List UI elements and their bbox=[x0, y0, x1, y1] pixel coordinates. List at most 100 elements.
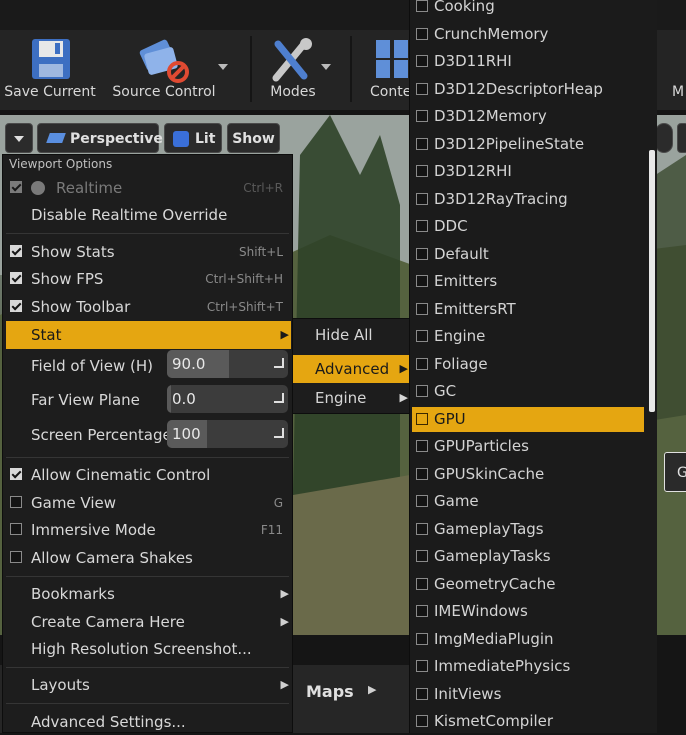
stat-list-item[interactable]: IMEWindows bbox=[412, 599, 644, 624]
stat-checkbox[interactable] bbox=[416, 55, 428, 67]
stat-list-item[interactable]: GPUSkinCache bbox=[412, 462, 644, 487]
stat-list-item[interactable]: D3D12PipelineState bbox=[412, 132, 644, 157]
stat-list-item[interactable]: KismetCompiler bbox=[412, 709, 644, 734]
immersive-checkbox[interactable] bbox=[10, 523, 22, 535]
cinematic-checkbox[interactable] bbox=[10, 468, 22, 480]
show-stats-checkbox[interactable] bbox=[10, 245, 22, 257]
stat-list-item[interactable]: Default bbox=[412, 242, 644, 267]
create-camera-label: Create Camera Here bbox=[31, 613, 185, 631]
show-button[interactable]: Show bbox=[227, 123, 280, 153]
stat-list-item[interactable]: ImgMediaPlugin bbox=[412, 627, 644, 652]
fov-input[interactable]: 90.0 bbox=[167, 350, 288, 378]
game-view-checkbox[interactable] bbox=[10, 496, 22, 508]
source-control-dropdown-icon[interactable] bbox=[218, 64, 228, 70]
show-fps-checkbox[interactable] bbox=[10, 272, 22, 284]
stat-checkbox[interactable] bbox=[416, 412, 428, 425]
view-mode-lit-button[interactable]: Lit bbox=[164, 123, 222, 153]
stat-list-item[interactable]: GeometryCache bbox=[412, 572, 644, 597]
stat-checkbox[interactable] bbox=[416, 110, 428, 122]
stat-checkbox[interactable] bbox=[416, 577, 428, 590]
stat-list-item[interactable]: D3D12RayTracing bbox=[412, 187, 644, 212]
show-toolbar-item[interactable]: Show Toolbar Ctrl+Shift+T bbox=[6, 294, 291, 320]
camera-shakes-checkbox[interactable] bbox=[10, 551, 22, 563]
stat-checkbox[interactable] bbox=[416, 357, 428, 370]
show-toolbar-shortcut: Ctrl+Shift+T bbox=[206, 300, 283, 314]
stat-checkbox[interactable] bbox=[416, 0, 428, 12]
stat-checkbox[interactable] bbox=[416, 550, 428, 562]
stat-list-item[interactable]: EmittersRT bbox=[412, 297, 644, 322]
stat-checkbox[interactable] bbox=[416, 605, 428, 617]
stat-checkbox[interactable] bbox=[416, 165, 428, 177]
far-view-plane-input[interactable]: 0.0 bbox=[167, 385, 288, 413]
maps-tab[interactable]: Maps bbox=[306, 682, 354, 701]
stat-menu-item[interactable]: Stat ▶ bbox=[6, 321, 291, 349]
stat-list-item[interactable]: GameplayTags bbox=[412, 517, 644, 542]
stat-checkbox[interactable] bbox=[416, 660, 428, 672]
stat-checkbox[interactable] bbox=[416, 302, 428, 315]
screen-percentage-input[interactable]: 100 bbox=[167, 420, 288, 448]
stat-list-item[interactable]: GPUParticles bbox=[412, 434, 644, 459]
advanced-submenu-item[interactable]: Advanced ▶ bbox=[293, 355, 410, 383]
immersive-mode-item[interactable]: Immersive Mode F11 bbox=[6, 517, 291, 543]
stat-checkbox[interactable] bbox=[416, 467, 428, 480]
viewport-partial-button[interactable] bbox=[655, 123, 673, 153]
stat-checkbox[interactable] bbox=[416, 192, 428, 205]
stat-list-item[interactable]: GPU bbox=[412, 406, 644, 432]
stat-list-item[interactable]: GameplayTasks bbox=[412, 544, 644, 569]
stat-list-item[interactable]: DDC bbox=[412, 214, 644, 239]
stat-list-item[interactable]: Emitters bbox=[412, 269, 644, 294]
engine-submenu-item[interactable]: Engine ▶ bbox=[293, 385, 410, 411]
show-toolbar-checkbox[interactable] bbox=[10, 300, 22, 312]
modes-button[interactable]: Modes bbox=[258, 30, 328, 106]
allow-camera-shakes-item[interactable]: Allow Camera Shakes bbox=[6, 545, 291, 571]
allow-cinematic-control-item[interactable]: Allow Cinematic Control bbox=[6, 462, 291, 488]
stat-checkbox[interactable] bbox=[416, 715, 428, 727]
viewport-partial-widget[interactable]: G bbox=[664, 452, 686, 492]
stat-list-item[interactable]: D3D12RHI bbox=[412, 159, 644, 184]
stat-checkbox[interactable] bbox=[416, 220, 428, 232]
stat-checkbox[interactable] bbox=[416, 440, 428, 452]
content-button[interactable]: Conte bbox=[360, 30, 410, 106]
advanced-settings-item[interactable]: Advanced Settings... bbox=[6, 709, 291, 735]
stat-checkbox[interactable] bbox=[416, 330, 428, 342]
viewport-options-button[interactable] bbox=[5, 123, 33, 153]
stat-checkbox[interactable] bbox=[416, 247, 428, 260]
stat-checkbox[interactable] bbox=[416, 27, 428, 40]
stat-list-item[interactable]: Engine bbox=[412, 324, 644, 349]
stat-checkbox[interactable] bbox=[416, 275, 428, 287]
stat-list-item[interactable]: Cooking bbox=[412, 0, 644, 19]
stat-list-label: InitViews bbox=[434, 684, 502, 703]
stat-checkbox[interactable] bbox=[416, 632, 428, 645]
show-fps-item[interactable]: Show FPS Ctrl+Shift+H bbox=[6, 266, 291, 292]
save-current-button[interactable]: Save Current bbox=[0, 30, 100, 106]
realtime-shortcut: Ctrl+R bbox=[243, 181, 283, 195]
high-resolution-screenshot-item[interactable]: High Resolution Screenshot... bbox=[6, 636, 291, 662]
stat-checkbox[interactable] bbox=[416, 522, 428, 535]
stat-list-item[interactable]: CrunchMemory bbox=[412, 22, 644, 47]
bookmarks-item[interactable]: Bookmarks ▶ bbox=[6, 581, 291, 607]
game-view-item[interactable]: Game View G bbox=[6, 490, 291, 516]
stat-checkbox[interactable] bbox=[416, 687, 428, 700]
disable-realtime-override-item[interactable]: Disable Realtime Override bbox=[6, 202, 291, 228]
scrollbar-thumb[interactable] bbox=[649, 150, 655, 412]
stat-checkbox[interactable] bbox=[416, 495, 428, 507]
viewport-partial-button[interactable] bbox=[677, 123, 686, 153]
stat-checkbox[interactable] bbox=[416, 82, 428, 95]
modes-dropdown-icon[interactable] bbox=[321, 64, 331, 70]
stat-checkbox[interactable] bbox=[416, 137, 428, 150]
stat-checkbox[interactable] bbox=[416, 385, 428, 397]
perspective-button[interactable]: Perspective bbox=[37, 123, 163, 153]
stat-list-item[interactable]: ImmediatePhysics bbox=[412, 654, 644, 679]
hide-all-item[interactable]: Hide All bbox=[293, 321, 410, 349]
stat-list-item[interactable]: Game bbox=[412, 489, 644, 514]
stat-list-item[interactable]: Foliage bbox=[412, 352, 644, 377]
create-camera-here-item[interactable]: Create Camera Here ▶ bbox=[6, 609, 291, 635]
show-stats-item[interactable]: Show Stats Shift+L bbox=[6, 239, 291, 265]
stat-list-item[interactable]: D3D12DescriptorHeap bbox=[412, 77, 644, 102]
stat-list-item[interactable]: InitViews bbox=[412, 682, 644, 707]
layouts-item[interactable]: Layouts ▶ bbox=[6, 672, 291, 698]
stat-list-item[interactable]: D3D11RHI bbox=[412, 49, 644, 74]
source-control-button[interactable]: Source Control bbox=[108, 30, 220, 106]
stat-list-item[interactable]: D3D12Memory bbox=[412, 104, 644, 129]
stat-list-item[interactable]: GC bbox=[412, 379, 644, 404]
